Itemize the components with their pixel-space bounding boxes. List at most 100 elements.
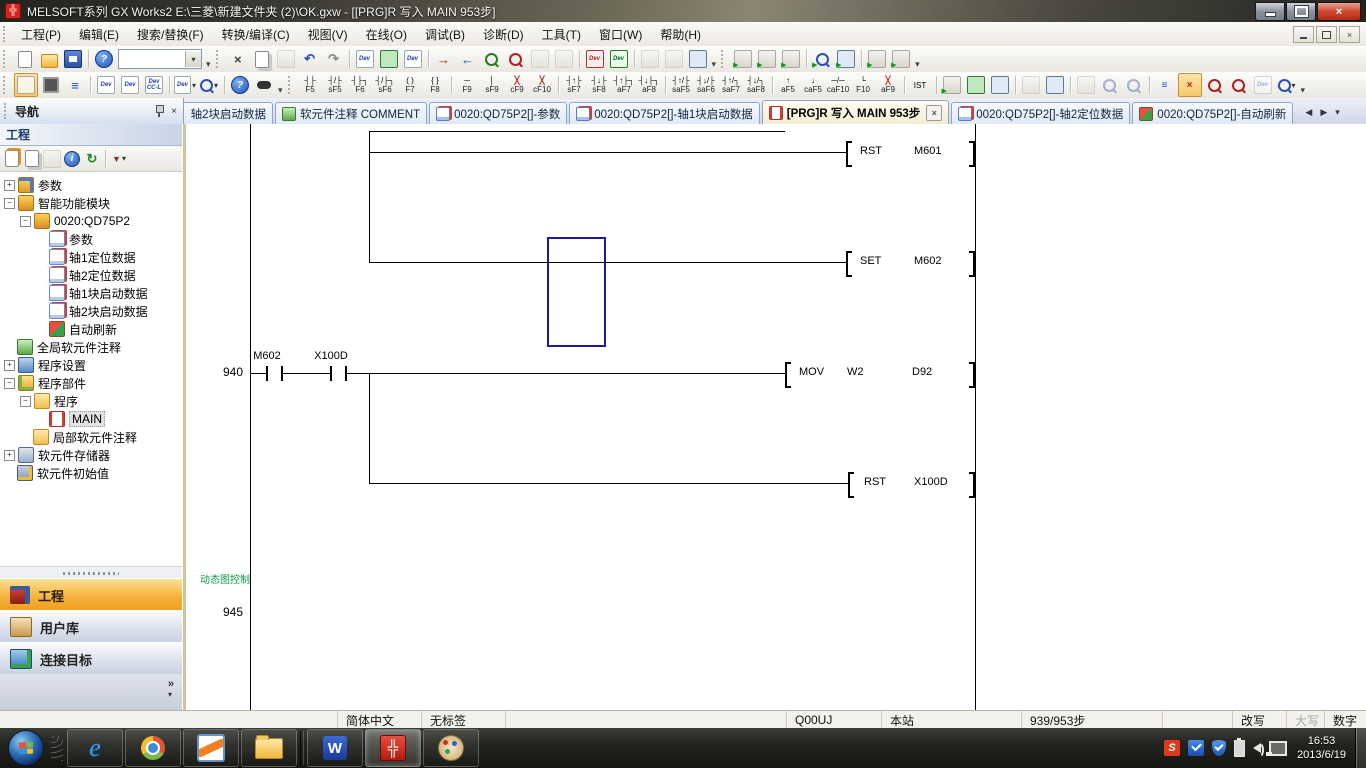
save-button[interactable] (62, 48, 84, 70)
chrome-taskbar-button[interactable] (125, 729, 181, 767)
sort-filter-button[interactable]: ▼▾ (110, 150, 128, 168)
program-doc3-button[interactable] (687, 48, 709, 70)
tree-item-local-comment[interactable]: 局部软元件注释 (0, 428, 182, 446)
ladder-tool-delete-horizontal[interactable]: ╳cF9 (505, 73, 530, 97)
device-register-button[interactable]: Dev (584, 48, 606, 70)
ladder-edit-cursor[interactable] (547, 237, 606, 347)
tree-item-main[interactable]: MAIN (0, 410, 182, 428)
ladder-tool-open-branch[interactable]: ┤├┐F6 (348, 73, 373, 97)
tree-item-axis2-positioning[interactable]: 轴2定位数据 (0, 266, 182, 284)
ladder-tool-application-instruction[interactable]: { }F8 (423, 73, 448, 97)
menu-edit[interactable]: 编辑(E) (70, 22, 128, 47)
ladder-tool-delete-vertical[interactable]: ╳cF10 (530, 73, 555, 97)
navigation-toggle-button[interactable] (14, 73, 38, 97)
tab-device-comment[interactable]: 软元件注释 COMMENT (275, 102, 427, 124)
tab-axis2-block-start[interactable]: 轴2块启动数据 (180, 102, 273, 124)
open-contact[interactable] (330, 366, 347, 381)
device-find-button[interactable]: Dev (95, 74, 117, 96)
panel-close-icon[interactable]: × (171, 106, 177, 117)
tree-item-axis1-block-start[interactable]: 轴1块启动数据 (0, 284, 182, 302)
menu-diagnostics[interactable]: 诊断(D) (474, 22, 533, 47)
maximize-button[interactable] (1286, 2, 1316, 21)
pulse-monitor-button[interactable]: ▶ (780, 48, 802, 70)
tab-qd75p2-parameter[interactable]: 0020:QD75P2[]-参数 (429, 102, 567, 124)
find-contact-button[interactable] (1204, 74, 1226, 96)
tree-item-program[interactable]: −程序 (0, 392, 182, 410)
close-button[interactable]: × (1317, 2, 1361, 21)
refresh-view-button[interactable]: ↻ (83, 150, 101, 168)
watch-window-button[interactable]: ▶ (811, 48, 833, 70)
taskbar-clock[interactable]: 16:53 2013/6/19 (1297, 734, 1346, 762)
tree-item-intelligent-module[interactable]: −智能功能模块 (0, 194, 182, 212)
tree-item-device-initial[interactable]: 软元件初始值 (0, 464, 182, 482)
tab-axis1-block-start[interactable]: 0020:QD75P2[]-轴1块启动数据 (569, 102, 760, 124)
menu-find-replace[interactable]: 搜索/替换(F) (128, 22, 213, 47)
tree-item-axis2-block-start[interactable]: 轴2块启动数据 (0, 302, 182, 320)
menu-compile[interactable]: 转换/编译(C) (213, 22, 299, 47)
write-to-plc-button[interactable]: → (433, 48, 455, 70)
menu-debug[interactable]: 调试(B) (416, 22, 474, 47)
watch-start-button[interactable] (529, 48, 551, 70)
orange-app-taskbar-button[interactable] (183, 729, 239, 767)
find-device-button[interactable]: ▾ (198, 74, 220, 96)
trend-monitor-button[interactable]: ▶ (866, 48, 888, 70)
expander-icon[interactable]: + (4, 450, 15, 461)
ladder-tool-line-branch[interactable]: └F10 (851, 73, 876, 97)
ladder-tool-falling-pulse[interactable]: ┤↓├sF8 (587, 73, 612, 97)
wps-taskbar-button[interactable]: W (307, 729, 363, 767)
ladder-tool-rising-edge[interactable]: ↑aF5 (776, 73, 801, 97)
ladder-tool-close-branch[interactable]: ┤/├┐sF6 (373, 73, 398, 97)
device-batch-button[interactable]: Dev (608, 48, 630, 70)
expander-icon[interactable]: + (4, 180, 15, 191)
tree-item-global-comment[interactable]: 全局软元件注释 (0, 338, 182, 356)
device-table-button[interactable]: Dev (119, 74, 141, 96)
undo-button[interactable]: ↶ (299, 48, 321, 70)
monitor-mode-button[interactable] (378, 48, 400, 70)
start-button[interactable] (8, 730, 44, 766)
stack-button-project[interactable]: 工程 (0, 578, 182, 612)
ladder-tool-coil[interactable]: ( )F7 (398, 73, 423, 97)
tree-item-parameter[interactable]: +参数 (0, 176, 182, 194)
open-file-button[interactable] (38, 48, 60, 70)
ie-taskbar-button[interactable]: e (67, 729, 123, 767)
tips-button[interactable]: ? (229, 74, 251, 96)
program-select-combo[interactable]: ▾ (118, 49, 202, 69)
program-doc2-button[interactable] (663, 48, 685, 70)
mdi-restore-button[interactable] (1316, 26, 1337, 43)
combo-dropdown-icon[interactable]: ▾ (185, 51, 201, 67)
tab-scroll-left-button[interactable]: ◀ (1301, 104, 1316, 121)
paste-object-button[interactable] (43, 150, 61, 168)
tree-item-program-settings[interactable]: +程序设置 (0, 356, 182, 374)
menu-window[interactable]: 窗口(W) (590, 22, 651, 47)
ladder-tool-ist[interactable]: IST (908, 73, 933, 97)
tab-scroll-right-button[interactable]: ▶ (1316, 104, 1331, 121)
ladder-tool-horizontal-line[interactable]: ─F9 (455, 73, 480, 97)
tree-item-qd75p2[interactable]: −0020:QD75P2 (0, 212, 182, 230)
ladder-tool-falling-pulse-not[interactable]: ┤↓/├saF6 (694, 73, 719, 97)
battery-tray-button[interactable] (1234, 740, 1245, 757)
device-cclink-button[interactable]: DevCC-L (143, 74, 165, 96)
expander-icon[interactable]: − (4, 378, 15, 389)
ladder-editor[interactable]: RST M601 SET M602 940 M602 X100D MOV W2 … (186, 124, 1366, 710)
edit-line-button[interactable]: ▶ (941, 74, 963, 96)
paste-button[interactable] (275, 48, 297, 70)
ladder-tool-rising-pulse[interactable]: ┤↑├sF7 (562, 73, 587, 97)
tree-item-axis1-positioning[interactable]: 轴1定位数据 (0, 248, 182, 266)
erase-line-button[interactable] (989, 74, 1011, 96)
menu-tools[interactable]: 工具(T) (533, 22, 590, 47)
device-comment-button[interactable]: Dev (354, 48, 376, 70)
device-display-button[interactable]: ▶ (835, 48, 857, 70)
stack-button-user-library[interactable]: 用户库 (0, 610, 182, 644)
wave-monitor-button[interactable]: ▶ (890, 48, 912, 70)
ladder-tool-rising-pulse-not-branch[interactable]: ┤↑/┐saF7 (719, 73, 744, 97)
copy-button[interactable] (251, 48, 273, 70)
toolbar-overflow-icon[interactable]: ▾ (915, 59, 920, 72)
device-display-format-button[interactable]: Dev▾ (174, 74, 196, 96)
register-watch-button[interactable] (1044, 74, 1066, 96)
redo-button[interactable]: ↷ (323, 48, 345, 70)
module-config-button[interactable] (40, 74, 62, 96)
zoom-button[interactable]: ▾ (1276, 74, 1298, 96)
stack-more-icon[interactable]: ▾ (168, 690, 172, 699)
device-io-button[interactable]: Dev (402, 48, 424, 70)
ladder-tool-falling-pulse-branch[interactable]: ┤↓├┐aF8 (637, 73, 662, 97)
